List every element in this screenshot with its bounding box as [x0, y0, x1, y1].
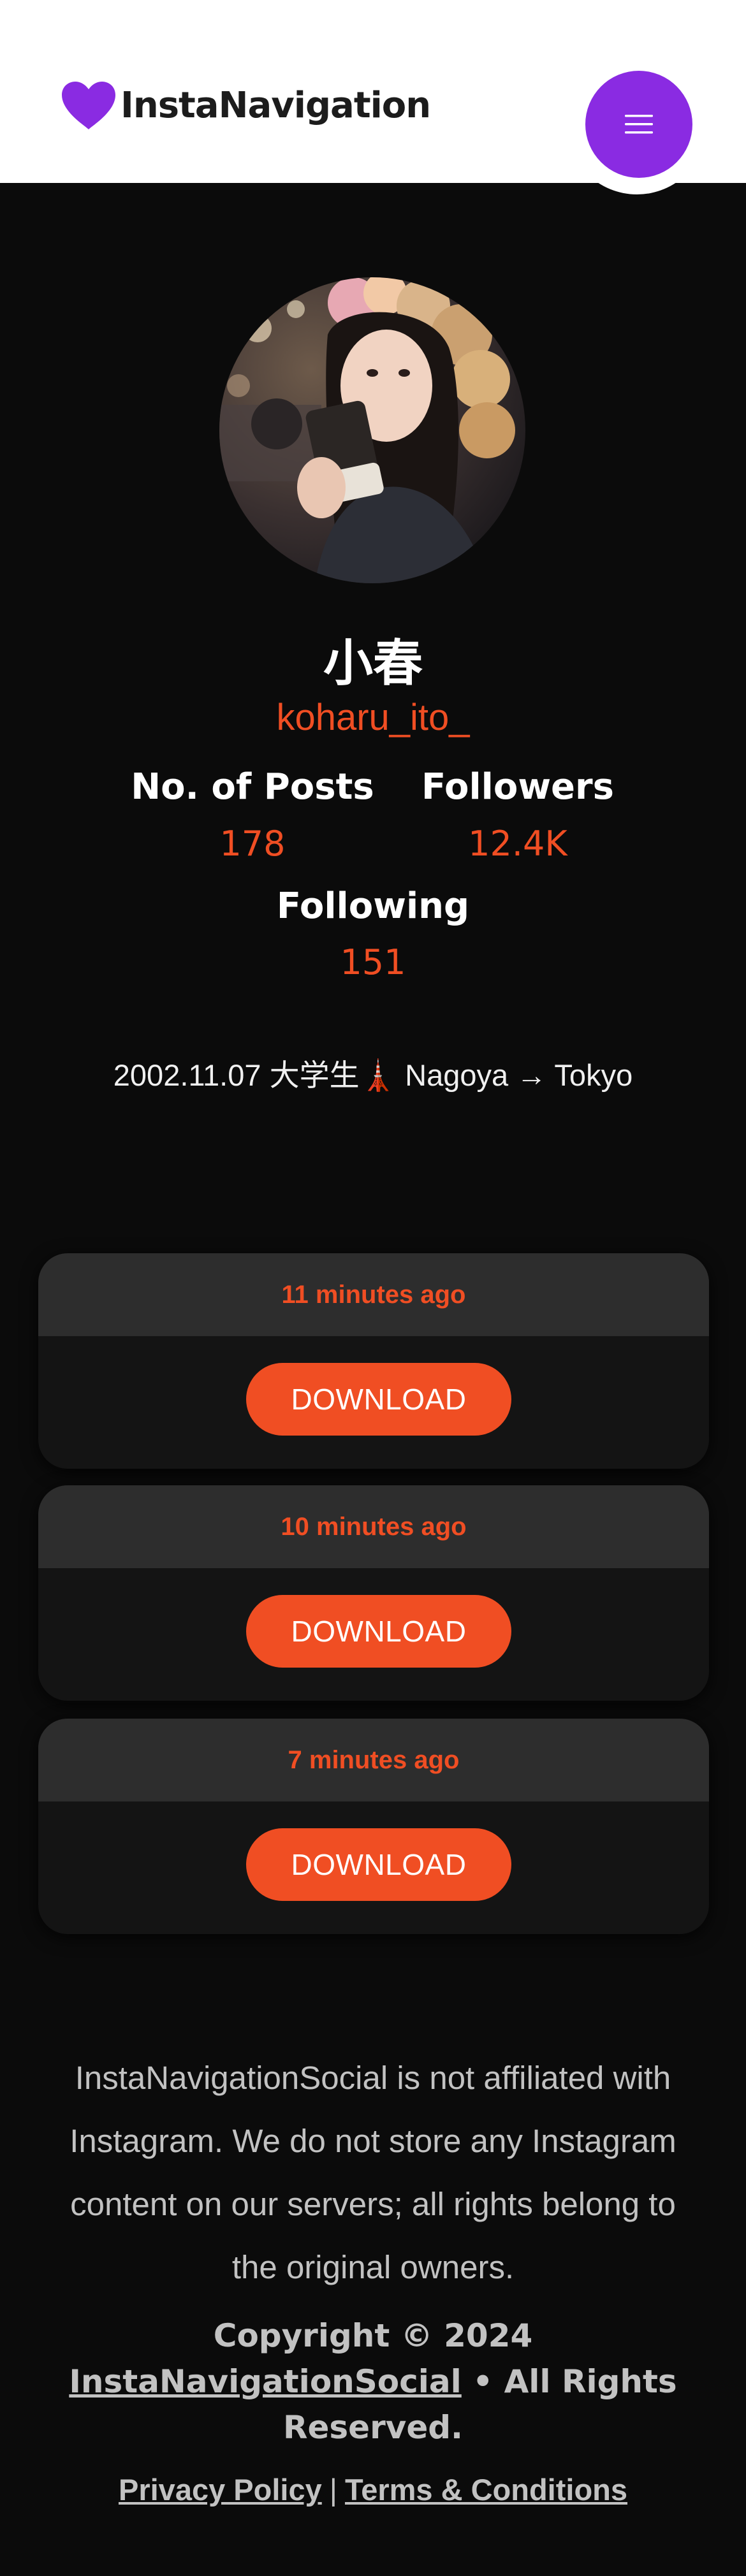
terms-conditions-link[interactable]: Terms & Conditions [345, 2473, 627, 2507]
profile-display-name: 小春 [323, 635, 423, 692]
download-button[interactable]: DOWNLOAD [246, 1828, 511, 1901]
site-logo[interactable]: InstaNavigation [59, 80, 431, 131]
posts-count-label: No. of Posts [131, 766, 374, 808]
post-card-header: 11 minutes ago [38, 1253, 709, 1336]
footer-links: Privacy Policy | Terms & Conditions [0, 2472, 746, 2507]
following-count-label: Following [276, 885, 470, 927]
post-card: 11 minutes ago DOWNLOAD [38, 1253, 709, 1469]
hamburger-menu-icon [625, 115, 653, 134]
profile-avatar [219, 277, 525, 583]
copyright-site-link[interactable]: InstaNavigationSocial [69, 2363, 461, 2400]
post-card: 10 minutes ago DOWNLOAD [38, 1485, 709, 1701]
menu-button[interactable] [585, 71, 692, 178]
download-button[interactable]: DOWNLOAD [246, 1363, 511, 1436]
post-timestamp: 10 minutes ago [281, 1512, 467, 1541]
footer-copyright: Copyright © 2024 InstaNavigationSocial •… [57, 2313, 689, 2450]
followers-count-value: 12.4K [468, 824, 567, 864]
privacy-policy-link[interactable]: Privacy Policy [119, 2473, 322, 2507]
post-card-header: 7 minutes ago [38, 1719, 709, 1801]
post-card-header: 10 minutes ago [38, 1485, 709, 1568]
footer-link-separator: | [329, 2473, 337, 2507]
brand-name: InstaNavigation [121, 84, 431, 126]
post-timestamp: 11 minutes ago [281, 1280, 466, 1309]
heart-icon [62, 82, 115, 129]
followers-count-label: Followers [421, 766, 614, 808]
site-header: InstaNavigation [0, 0, 746, 194]
following-count-value: 151 [340, 942, 406, 982]
copyright-prefix: Copyright © 2024 [213, 2317, 533, 2354]
posts-count-value: 178 [219, 824, 286, 864]
download-button[interactable]: DOWNLOAD [246, 1595, 511, 1668]
post-card: 7 minutes ago DOWNLOAD [38, 1719, 709, 1934]
post-timestamp: 7 minutes ago [288, 1745, 460, 1774]
footer-disclaimer: InstaNavigationSocial is not affiliated … [69, 2060, 677, 2285]
profile-bio: 2002.11.07 大学生🗼 Nagoya → Tokyo [113, 1058, 633, 1092]
profile-username[interactable]: koharu_ito_ [0, 696, 746, 739]
